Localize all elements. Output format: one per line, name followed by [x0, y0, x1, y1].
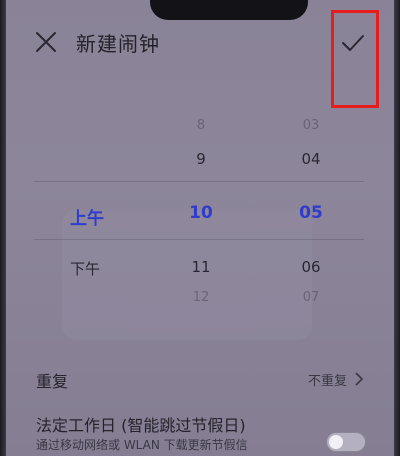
minute-wheel[interactable]: 03 04 05 06 07 [296, 108, 326, 318]
minute-option[interactable]: 07 [281, 290, 341, 305]
minute-option[interactable]: 04 [281, 150, 341, 168]
hour-option[interactable]: 9 [171, 150, 231, 168]
phone-screen: 新建闹钟 上午 下午 8 9 10 11 12 03 04 05 06 07 重… [0, 0, 400, 456]
top-bar: 新建闹钟 [0, 0, 400, 108]
toggle-knob [329, 435, 343, 449]
hour-option-selected[interactable]: 10 [171, 203, 231, 223]
minute-option[interactable]: 03 [281, 118, 341, 133]
hour-option[interactable]: 8 [171, 118, 231, 133]
holiday-subtitle: 通过移动网络或 WLAN 下载更新节假信 [36, 438, 248, 452]
annotation-highlight-box [331, 10, 379, 108]
minute-option[interactable]: 06 [281, 258, 341, 276]
phone-bezel-left [0, 0, 6, 456]
time-picker[interactable]: 上午 下午 8 9 10 11 12 03 04 05 06 07 [0, 108, 400, 318]
close-icon [36, 32, 56, 52]
page-title: 新建闹钟 [76, 32, 160, 56]
hour-option[interactable]: 12 [171, 290, 231, 305]
repeat-label: 重复 [36, 372, 69, 391]
hour-option[interactable]: 11 [171, 258, 231, 276]
phone-bezel-right [394, 0, 400, 456]
holiday-title: 法定工作日 (智能跳过节假日) [36, 416, 246, 435]
ampm-wheel[interactable]: 上午 下午 [70, 108, 120, 318]
hour-wheel[interactable]: 8 9 10 11 12 [186, 108, 216, 318]
chevron-right-icon [355, 372, 364, 386]
repeat-value: 不重复 [308, 374, 348, 389]
holiday-toggle[interactable] [326, 432, 366, 452]
ampm-option-pm[interactable]: 下午 [70, 258, 130, 279]
minute-option-selected[interactable]: 05 [281, 203, 341, 223]
close-button[interactable] [32, 28, 60, 56]
ampm-option-am[interactable]: 上午 [70, 204, 130, 229]
